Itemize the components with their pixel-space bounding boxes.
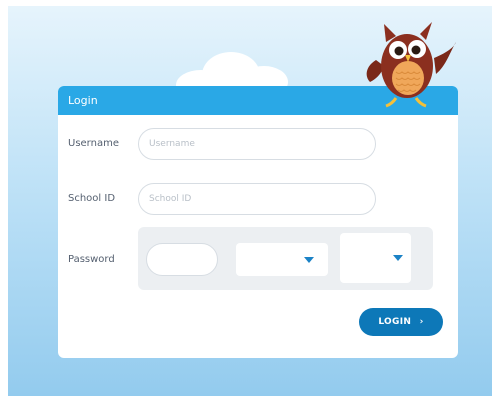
login-button[interactable]: LOGIN › [359,308,443,336]
arrow-right-icon: › [419,317,424,327]
password-field[interactable] [146,243,218,276]
dropdown-caret-icon [393,255,403,261]
school-id-input[interactable]: School ID [138,183,376,215]
login-card: Login Username Username School ID School… [58,86,458,358]
owl-mascot [366,22,456,108]
username-label: Username [68,138,119,149]
dropdown-caret-icon [304,257,314,263]
login-button-label: LOGIN [378,317,412,327]
password-select-1[interactable] [236,243,328,276]
password-select-2[interactable] [340,233,411,283]
username-input[interactable]: Username [138,128,376,160]
school-id-label: School ID [68,193,116,204]
password-picker [138,227,433,290]
password-label: Password [68,254,115,265]
